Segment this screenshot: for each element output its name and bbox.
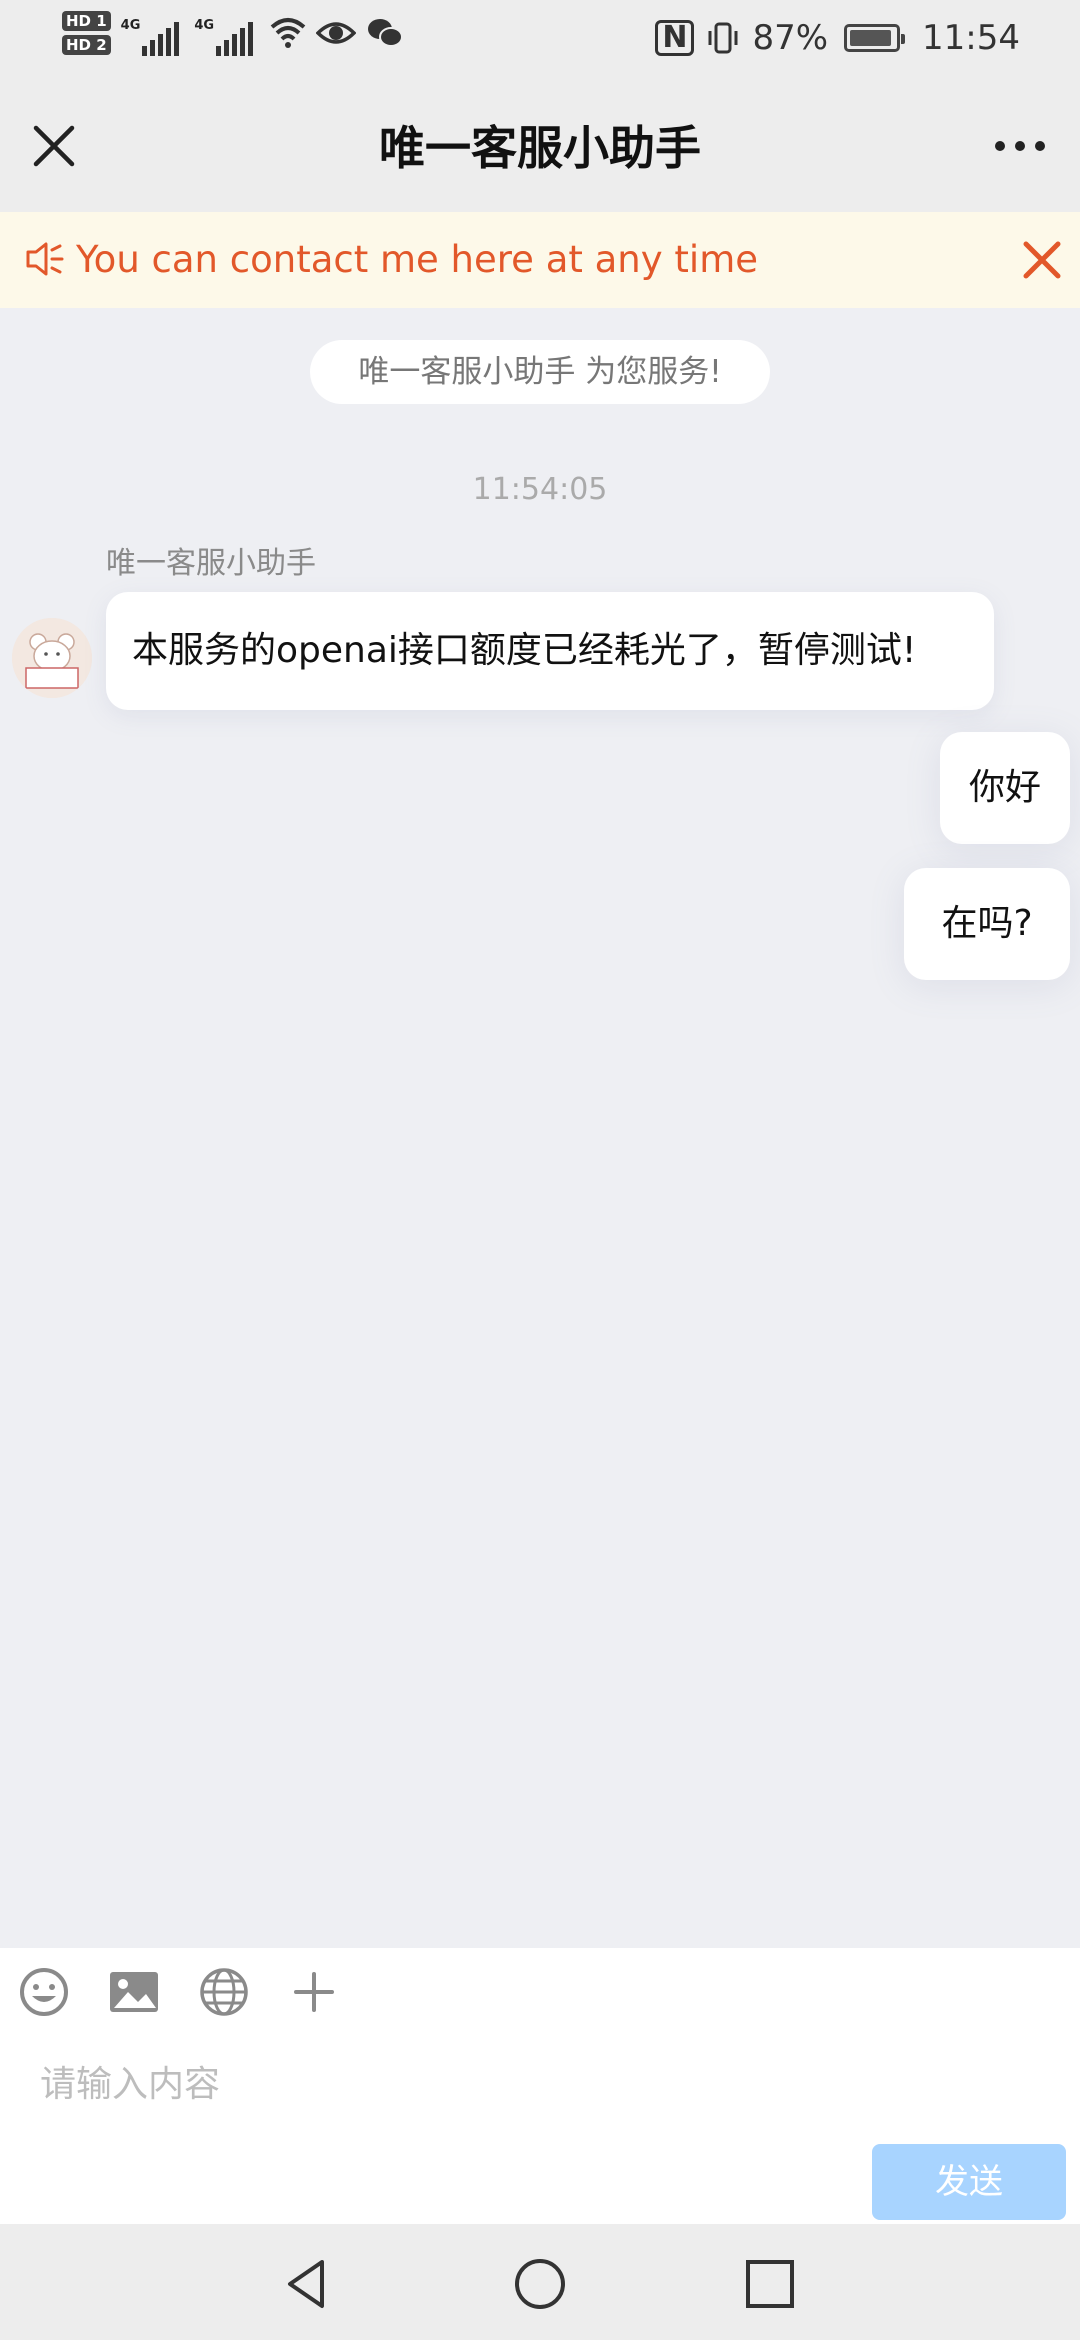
page-title: 唯一客服小助手	[379, 121, 701, 175]
signal-2-icon: 4G	[194, 10, 256, 56]
status-right: N 87% 11:54	[655, 18, 1020, 58]
chat-area[interactable]: 唯一客服小助手 为您服务! 11:54:05 唯一客服小助手 本服务的opena…	[0, 308, 1080, 1948]
nfc-icon: N	[655, 20, 695, 56]
message-timestamp: 11:54:05	[472, 472, 608, 507]
agent-message-bubble[interactable]: 本服务的openai接口额度已经耗光了，暂停测试!	[106, 592, 994, 710]
hd-indicators: HD 1 HD 2	[62, 11, 111, 55]
notice-text: You can contact me here at any time	[76, 238, 759, 281]
wifi-icon	[270, 18, 306, 48]
screen: HD 1 HD 2 4G 4G N 87% 11:54 唯一客服小助手 You …	[0, 0, 1080, 2340]
message-input[interactable]	[24, 2048, 1054, 2120]
hd1-badge: HD 1	[62, 11, 111, 31]
recent-apps-icon[interactable]	[738, 2252, 802, 2316]
network-1-label: 4G	[120, 18, 141, 33]
eye-icon	[316, 22, 357, 44]
composer: 发送	[0, 1948, 1080, 2224]
back-icon[interactable]	[276, 2252, 340, 2316]
signal-1-icon: 4G	[121, 10, 183, 56]
system-message: 唯一客服小助手 为您服务!	[310, 340, 770, 404]
agent-name: 唯一客服小助手	[106, 546, 316, 581]
nav-bar: 唯一客服小助手	[0, 84, 1080, 212]
user-message-bubble[interactable]: 在吗?	[904, 868, 1070, 980]
speaker-icon	[26, 242, 64, 276]
status-time: 11:54	[922, 18, 1020, 58]
home-icon[interactable]	[508, 2252, 572, 2316]
image-icon[interactable]	[104, 1962, 164, 2022]
battery-icon	[844, 24, 906, 52]
battery-percent: 87%	[752, 18, 829, 58]
plus-icon[interactable]	[284, 1962, 344, 2022]
wechat-icon	[368, 19, 404, 47]
hd2-badge: HD 2	[62, 35, 111, 55]
system-navigation-bar	[0, 2224, 1080, 2340]
notice-close-icon[interactable]	[1012, 230, 1072, 290]
network-2-label: 4G	[194, 18, 215, 33]
globe-icon[interactable]	[194, 1962, 254, 2022]
user-message-bubble[interactable]: 你好	[940, 732, 1070, 844]
notice-bar: You can contact me here at any time	[0, 212, 1080, 308]
send-button[interactable]: 发送	[872, 2144, 1066, 2220]
avatar[interactable]	[12, 618, 92, 698]
emoji-icon[interactable]	[14, 1962, 74, 2022]
bear-avatar-icon	[12, 618, 92, 698]
status-bar: HD 1 HD 2 4G 4G N 87% 11:54	[0, 0, 1080, 84]
status-left: HD 1 HD 2 4G 4G	[62, 10, 404, 56]
vibrate-icon	[708, 22, 738, 54]
more-icon[interactable]	[980, 114, 1060, 178]
